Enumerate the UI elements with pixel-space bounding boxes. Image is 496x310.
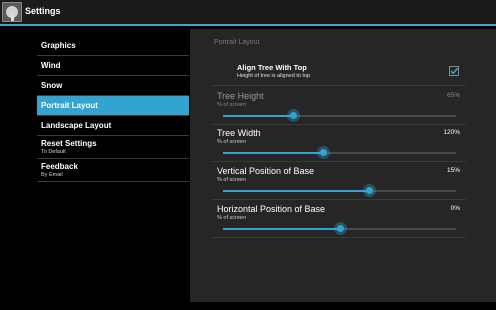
- sidebar-item-portrait-layout[interactable]: Portrait Layout: [37, 96, 189, 116]
- panel-category-title: Portrait Layout: [214, 39, 260, 46]
- sidebar-item-label: Graphics: [41, 41, 76, 50]
- seekbar-fill: [223, 228, 340, 230]
- pref-title: Align Tree With Top: [237, 63, 307, 72]
- seekbar-fill: [223, 190, 369, 192]
- sidebar-item-label: Reset Settings: [41, 139, 97, 148]
- pref-value: 120%: [443, 129, 460, 136]
- sidebar-item-label: Snow: [41, 81, 63, 90]
- sidebar-item-wind[interactable]: Wind: [37, 56, 189, 76]
- settings-header-list: Graphics Wind Snow Portrait Layout Lands…: [37, 36, 189, 182]
- sidebar-item-sublabel: To Default: [41, 149, 66, 155]
- tree-width-pref[interactable]: Tree Width % of screen 120%: [212, 124, 466, 162]
- vertical-position-of-base-pref[interactable]: Vertical Position of Base % of screen 15…: [212, 162, 466, 200]
- sidebar-item-label: Landscape Layout: [41, 121, 112, 130]
- pref-summary: % of screen: [217, 215, 247, 221]
- align-tree-with-top-pref[interactable]: Align Tree With Top Height of tree is al…: [212, 62, 466, 86]
- pref-summary: Height of tree is aligned to top: [237, 73, 311, 79]
- sidebar-item-graphics[interactable]: Graphics: [37, 36, 189, 56]
- seekbar-thumb[interactable]: [286, 109, 300, 122]
- seekbar-thumb[interactable]: [333, 222, 347, 235]
- seekbar-track[interactable]: [223, 146, 456, 159]
- tree-height-pref[interactable]: Tree Height % of screen 65%: [212, 87, 466, 125]
- sidebar-item-landscape-layout[interactable]: Landscape Layout: [37, 116, 189, 136]
- checkbox-checked-icon[interactable]: [449, 66, 459, 76]
- pref-title: Tree Width: [217, 128, 261, 138]
- pref-title: Vertical Position of Base: [217, 166, 315, 176]
- seekbar-track[interactable]: [223, 184, 456, 197]
- sidebar-item-reset-settings[interactable]: Reset Settings To Default: [37, 136, 189, 159]
- action-bar-title: Settings: [25, 6, 61, 16]
- horizontal-position-of-base-pref[interactable]: Horizontal Position of Base % of screen …: [212, 200, 466, 238]
- pref-value: 0%: [450, 205, 460, 212]
- sidebar-item-snow[interactable]: Snow: [37, 76, 189, 96]
- pref-title: Horizontal Position of Base: [217, 204, 326, 214]
- seekbar-fill: [223, 115, 293, 117]
- seekbar-thumb[interactable]: [362, 184, 376, 197]
- seekbar-fill: [223, 152, 324, 154]
- preferences-panel: Portrait Layout Align Tree With Top Heig…: [190, 29, 496, 302]
- pref-summary: % of screen: [217, 139, 247, 145]
- pref-value: 65%: [446, 92, 460, 99]
- pref-value: 15%: [446, 167, 460, 174]
- tree-app-icon[interactable]: [2, 2, 22, 22]
- seekbar-thumb[interactable]: [317, 146, 331, 159]
- sidebar-item-label: Wind: [41, 61, 61, 70]
- action-bar: Settings: [0, 0, 496, 24]
- seekbar-track[interactable]: [223, 109, 456, 122]
- action-bar-divider: [0, 24, 496, 26]
- sidebar-item-label: Feedback: [41, 162, 78, 171]
- sidebar-item-label: Portrait Layout: [41, 101, 98, 110]
- pref-title: Tree Height: [217, 91, 264, 101]
- seekbar-track[interactable]: [223, 222, 456, 235]
- sidebar-item-feedback[interactable]: Feedback By Email: [37, 159, 189, 182]
- pref-summary: % of screen: [217, 102, 247, 108]
- pref-summary: % of screen: [217, 177, 247, 183]
- sidebar-item-sublabel: By Email: [41, 172, 63, 178]
